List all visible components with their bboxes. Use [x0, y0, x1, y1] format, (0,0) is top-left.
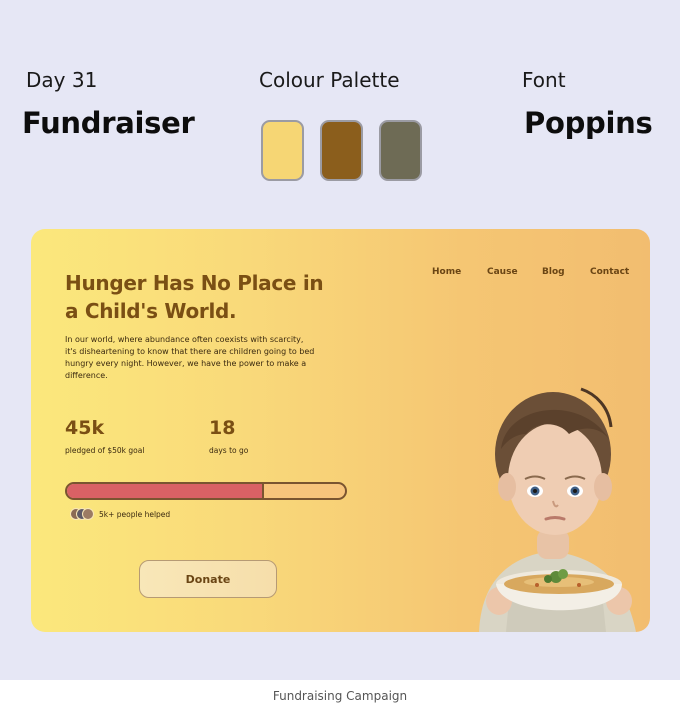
stat-days-label: days to go [209, 446, 249, 455]
nav-home[interactable]: Home [432, 267, 461, 277]
helper-avatars [70, 508, 96, 521]
footer-caption: Fundraising Campaign [272, 689, 408, 703]
nav-blog[interactable]: Blog [542, 267, 565, 277]
donate-button[interactable]: Donate [139, 560, 277, 598]
nav-cause[interactable]: Cause [487, 267, 518, 277]
font-name: Poppins [524, 106, 653, 140]
funding-progress-fill [67, 484, 265, 498]
day-label: Day 31 [26, 68, 98, 92]
project-title: Fundraiser [22, 106, 195, 140]
palette-swatch-brown [320, 120, 363, 181]
palette-swatch-yellow [261, 120, 304, 181]
palette-title: Colour Palette [259, 68, 400, 92]
hero-description: In our world, where abundance often coex… [65, 335, 315, 380]
stat-pledged-value: 45k [65, 417, 105, 439]
people-helped-text: 5k+ people helped [99, 510, 171, 519]
stat-days-value: 18 [209, 417, 236, 439]
nav-contact[interactable]: Contact [590, 267, 629, 277]
font-title: Font [522, 68, 566, 92]
footer: Fundraising Campaign [0, 680, 680, 710]
stat-pledged-label: pledged of $50k goal [65, 446, 145, 455]
hero-title: Hunger Has No Place in a Child's World. [65, 271, 324, 323]
landing-card: Home Cause Blog Contact Hunger Has No Pl… [31, 229, 650, 632]
palette-swatch-olive [379, 120, 422, 181]
child-with-bowl-illustration [479, 387, 636, 632]
avatar [82, 508, 94, 520]
funding-progress-bar [65, 482, 347, 500]
